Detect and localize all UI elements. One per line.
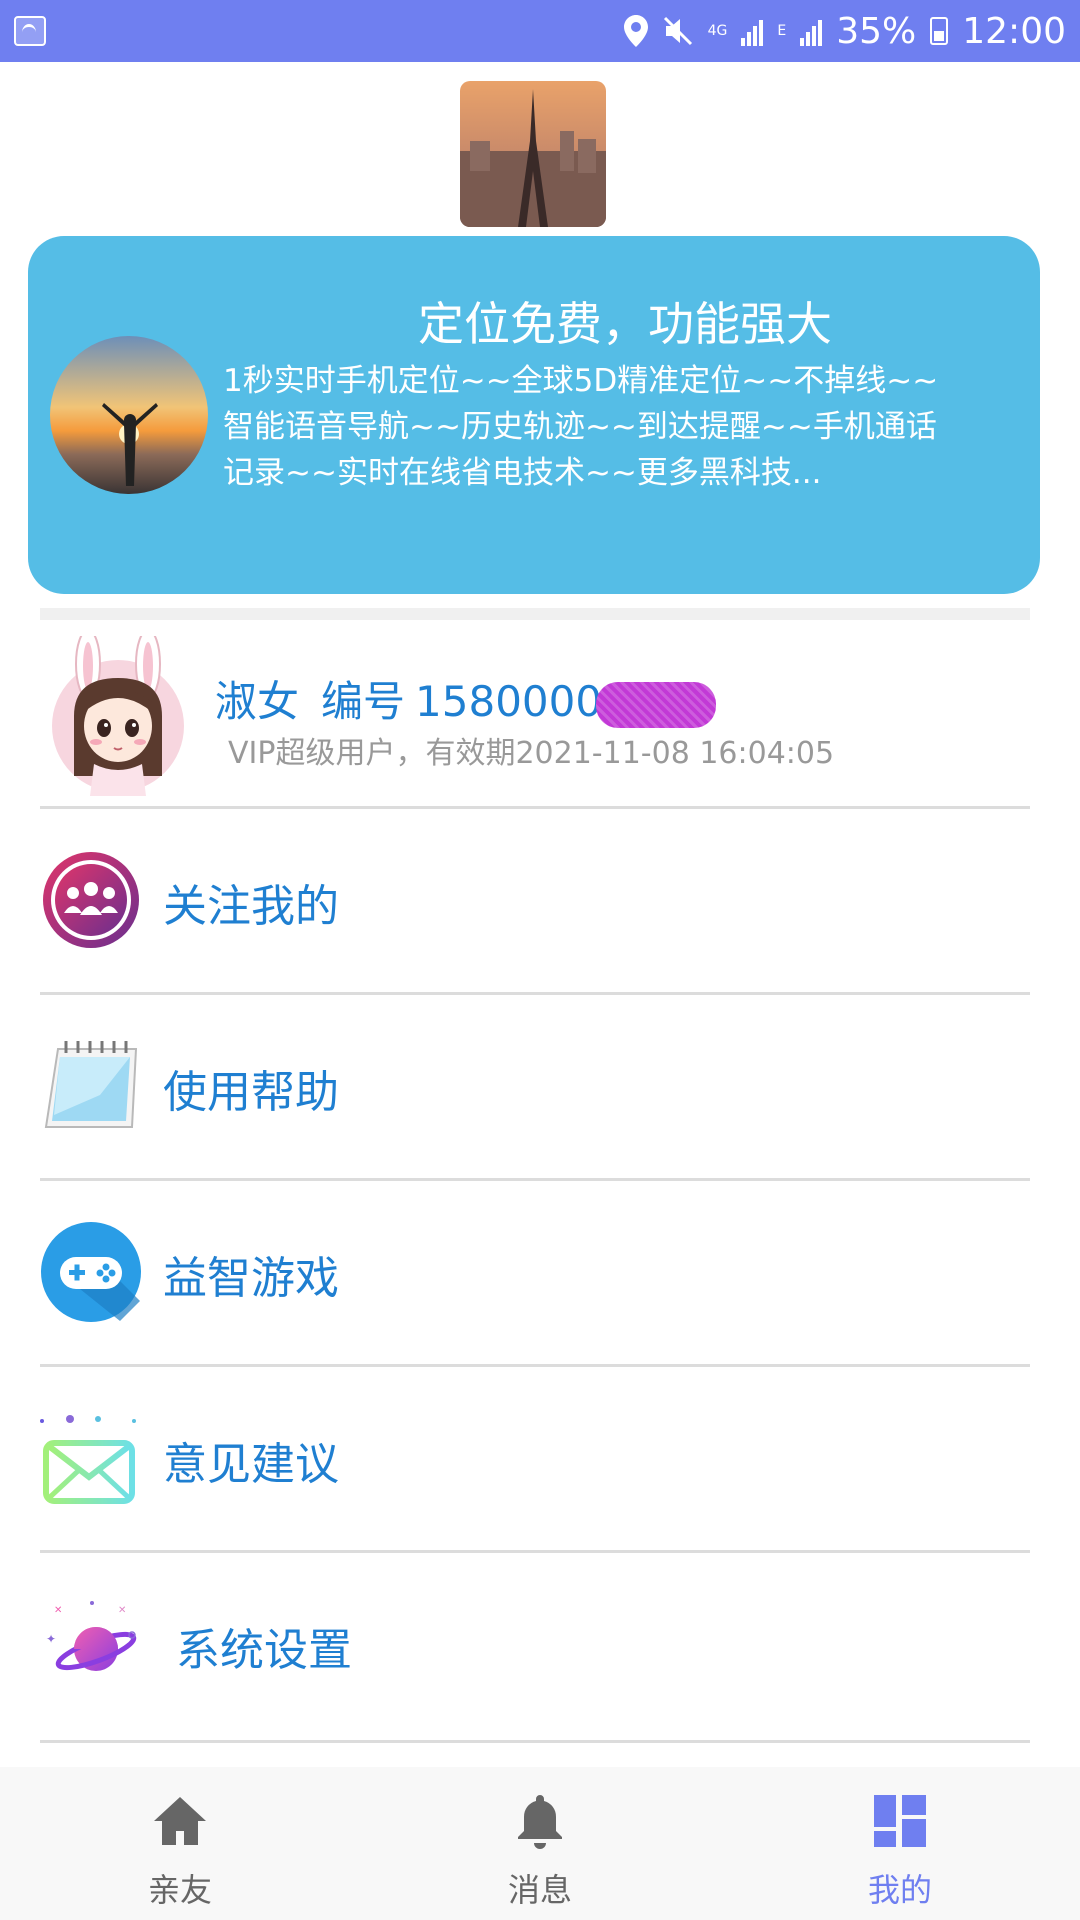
clock: 12:00 (962, 10, 1066, 52)
profile-card[interactable]: 淑女 编号 1580000 VIP超级用户，有效期2021-11-08 16:04:… (40, 629, 1030, 808)
bell-icon (518, 1795, 562, 1849)
promo-avatar (50, 336, 208, 494)
envelope-icon (40, 1407, 142, 1509)
menu-label: 关注我的 (163, 881, 339, 932)
network-type: 4G (707, 23, 728, 39)
nav-item-friends[interactable]: 亲友 (100, 1791, 260, 1911)
mute-icon (663, 16, 692, 46)
menu-label: 意见建议 (163, 1439, 339, 1490)
battery-percent: 35% (836, 10, 917, 52)
profile-name-line: 淑女 编号 1580000 (215, 668, 717, 729)
home-icon (154, 1797, 206, 1845)
menu-label: 益智游戏 (163, 1253, 339, 1304)
signal-icon-2 (800, 16, 823, 46)
planet-icon: ✦ ✕ ✕ (40, 1593, 142, 1695)
signal-icon (741, 16, 764, 46)
wifi-icon (14, 16, 46, 46)
menu-item-followers[interactable]: 关注我的 (40, 808, 1030, 992)
network-type-2: E (777, 23, 787, 39)
nav-label: 消息 (507, 1871, 572, 1909)
nav-item-messages[interactable]: 消息 (460, 1791, 620, 1911)
section-separator (40, 608, 1030, 620)
bottom-nav: 亲友 消息 我的 (0, 1767, 1080, 1920)
menu-item-help[interactable]: 使用帮助 (40, 994, 1030, 1178)
header-image (460, 81, 606, 227)
user-avatar (48, 629, 188, 796)
status-bar: 4G E 35% 12:00 (0, 0, 1080, 62)
nav-item-mine[interactable]: 我的 (820, 1791, 980, 1911)
divider (40, 1740, 1030, 1743)
menu-label: 系统设置 (176, 1625, 352, 1676)
id-label: 编号 (321, 677, 406, 726)
menu-label: 使用帮助 (163, 1067, 339, 1118)
menu-item-games[interactable]: 益智游戏 (40, 1180, 1030, 1364)
location-icon (623, 15, 648, 47)
svg-text:✕: ✕ (118, 1605, 126, 1616)
gamepad-icon (40, 1221, 142, 1323)
svg-text:✕: ✕ (54, 1605, 62, 1616)
nav-label: 亲友 (147, 1871, 212, 1909)
promo-title: 定位免费，功能强大 (418, 297, 832, 351)
menu-item-settings[interactable]: ✦ ✕ ✕ 系统设置 (40, 1552, 1030, 1736)
nav-label: 我的 (867, 1871, 932, 1909)
user-name: 淑女 (215, 677, 300, 726)
user-id: 1580000 (415, 677, 603, 726)
notepad-icon (40, 1035, 142, 1137)
battery-icon (930, 17, 949, 45)
redaction-mark (596, 681, 717, 728)
followers-icon (40, 849, 142, 951)
vip-status: VIP超级用户，有效期2021-11-08 16:04:05 (228, 736, 835, 771)
promo-description: 1秒实时手机定位~~全球5D精准定位~~不掉线~~智能语音导航~~历史轨迹~~到… (223, 363, 939, 491)
menu-item-feedback[interactable]: 意见建议 (40, 1366, 1030, 1550)
svg-text:✦: ✦ (46, 1632, 56, 1646)
promo-card[interactable]: 定位免费，功能强大 1秒实时手机定位~~全球5D精准定位~~不掉线~~智能语音导… (28, 236, 1040, 594)
grid-icon (874, 1795, 926, 1847)
